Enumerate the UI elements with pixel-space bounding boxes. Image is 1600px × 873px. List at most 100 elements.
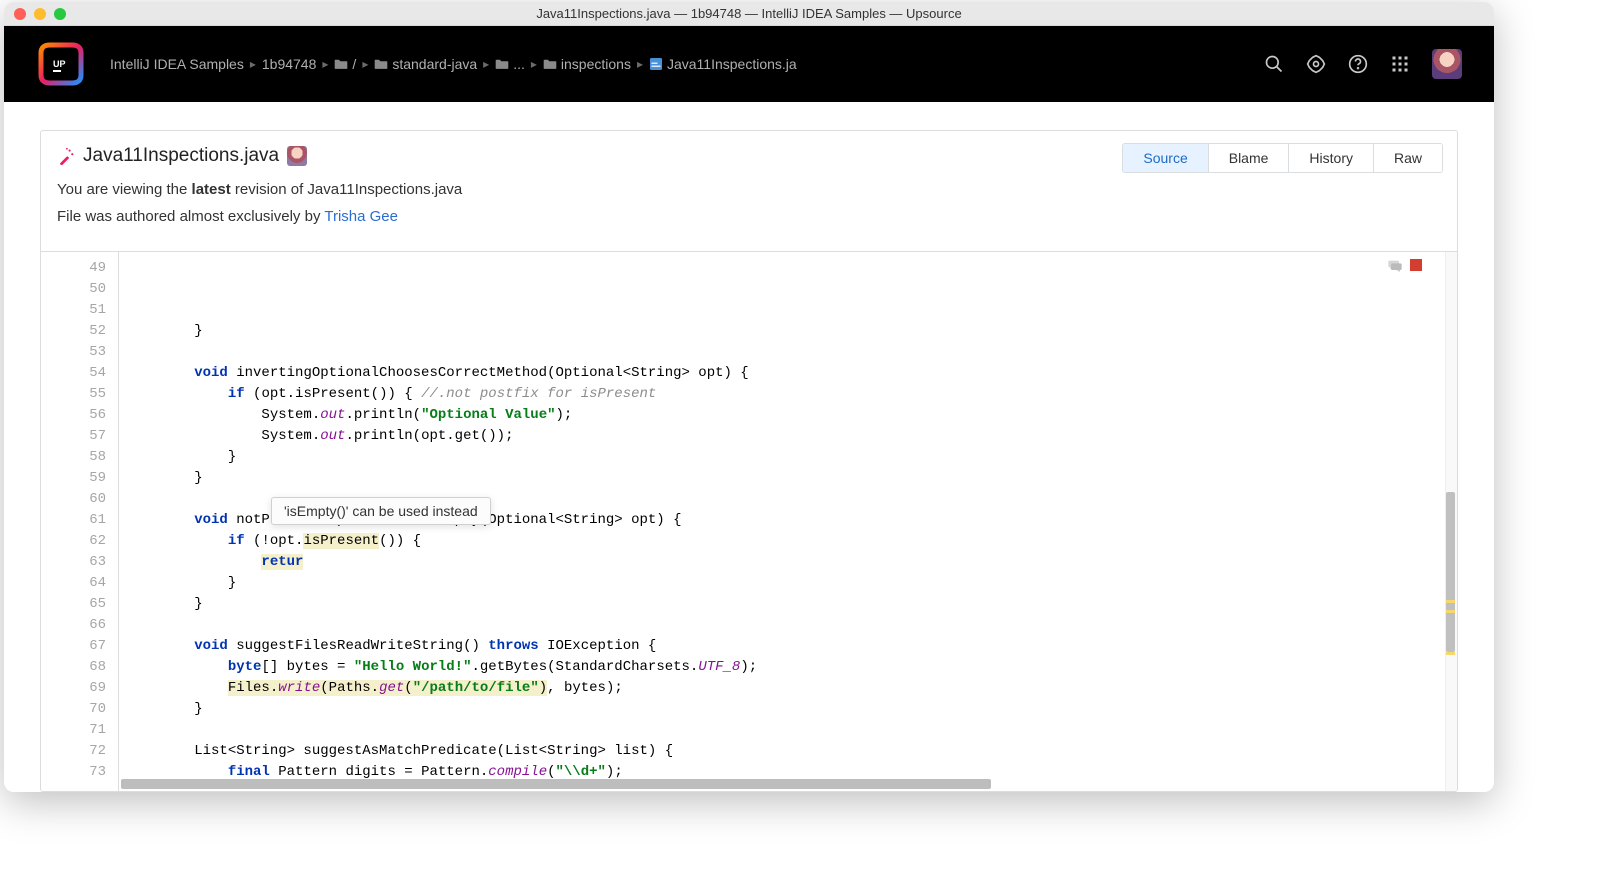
line-number: 60 [41, 489, 118, 510]
line-number: 66 [41, 615, 118, 636]
author-link[interactable]: Trisha Gee [324, 208, 398, 225]
annotations-strip [1377, 252, 1445, 791]
breadcrumb-separator: ▸ [531, 57, 537, 71]
comments-icon[interactable] [1386, 258, 1404, 279]
breadcrumb-item[interactable]: / [334, 56, 356, 72]
line-number: 72 [41, 741, 118, 762]
titlebar: Java11Inspections.java — 1b94748 — Intel… [4, 2, 1494, 26]
breadcrumb-separator: ▸ [362, 57, 368, 71]
gear-icon[interactable] [1306, 54, 1326, 74]
file-pane: Java11Inspections.java SourceBlameHistor… [40, 130, 1458, 792]
search-icon[interactable] [1264, 54, 1284, 74]
scroll-marker [1446, 652, 1455, 655]
line-number: 57 [41, 426, 118, 447]
user-avatar[interactable] [1432, 49, 1462, 79]
apps-grid-icon[interactable] [1390, 54, 1410, 74]
scroll-marker [1446, 610, 1455, 613]
code-line[interactable]: void invertingOptionalChoosesCorrectMeth… [119, 363, 1377, 384]
upsource-logo[interactable]: UP [36, 41, 86, 87]
breadcrumb-item[interactable]: inspections [543, 56, 631, 72]
revision-info: You are viewing the latest revision of J… [57, 181, 1441, 198]
revision-info-suffix: revision of Java11Inspections.java [231, 181, 463, 198]
breadcrumb-separator: ▸ [483, 57, 489, 71]
tab-history[interactable]: History [1289, 144, 1374, 172]
breadcrumb-item[interactable]: IntelliJ IDEA Samples [110, 56, 244, 72]
content-area: Java11Inspections.java SourceBlameHistor… [4, 102, 1494, 792]
code-line[interactable]: } [119, 573, 1377, 594]
line-number: 63 [41, 552, 118, 573]
code-line[interactable]: } [119, 594, 1377, 615]
code-line[interactable]: retur [119, 552, 1377, 573]
breadcrumb-separator: ▸ [322, 57, 328, 71]
view-tabs: SourceBlameHistoryRaw [1122, 143, 1443, 173]
code-line[interactable]: byte[] bytes = "Hello World!".getBytes(S… [119, 657, 1377, 678]
code-line[interactable]: } [119, 447, 1377, 468]
author-info-prefix: File was authored almost exclusively by [57, 208, 324, 225]
help-icon[interactable] [1348, 54, 1368, 74]
line-number: 64 [41, 573, 118, 594]
line-number: 54 [41, 363, 118, 384]
scrollbar-thumb[interactable] [1446, 492, 1455, 652]
line-number-gutter: 4950515253545556575859606162636465666768… [41, 252, 119, 791]
maximize-window-button[interactable] [54, 8, 66, 20]
line-number: 58 [41, 447, 118, 468]
navbar: UP IntelliJ IDEA Samples ▸ 1b94748 ▸ / ▸ stand… [4, 26, 1494, 102]
line-number: 55 [41, 384, 118, 405]
revision-info-prefix: You are viewing the [57, 181, 192, 198]
code-line[interactable]: List<String> suggestAsMatchPredicate(Lis… [119, 741, 1377, 762]
svg-text:UP: UP [53, 59, 66, 69]
code-line[interactable]: System.out.println(opt.get()); [119, 426, 1377, 447]
nav-actions [1264, 49, 1462, 79]
breadcrumb-separator: ▸ [637, 57, 643, 71]
breadcrumb-item[interactable]: 1b94748 [262, 56, 317, 72]
line-number: 69 [41, 678, 118, 699]
line-number: 49 [41, 258, 118, 279]
code-line[interactable]: Files.write(Paths.get("/path/to/file"), … [119, 678, 1377, 699]
line-number: 50 [41, 279, 118, 300]
close-window-button[interactable] [14, 8, 26, 20]
code-line[interactable]: System.out.println("Optional Value"); [119, 405, 1377, 426]
scrollbar-vertical[interactable] [1445, 252, 1457, 791]
scroll-marker [1446, 600, 1455, 603]
code-viewer[interactable]: 4950515253545556575859606162636465666768… [41, 251, 1457, 791]
line-number: 68 [41, 657, 118, 678]
code-line[interactable] [119, 720, 1377, 741]
tab-blame[interactable]: Blame [1209, 144, 1290, 172]
minimize-window-button[interactable] [34, 8, 46, 20]
breadcrumb-item[interactable]: ... [495, 56, 525, 72]
author-avatar[interactable] [287, 146, 307, 166]
author-info: File was authored almost exclusively by … [57, 208, 1441, 225]
pane-header: Java11Inspections.java SourceBlameHistor… [41, 131, 1457, 239]
magic-wand-icon [57, 147, 75, 165]
tab-source[interactable]: Source [1123, 144, 1208, 172]
code-line[interactable]: if (!opt.isPresent()) { [119, 531, 1377, 552]
breadcrumb: IntelliJ IDEA Samples ▸ 1b94748 ▸ / ▸ standard… [110, 56, 1240, 72]
line-number: 53 [41, 342, 118, 363]
code-line[interactable]: } [119, 468, 1377, 489]
scrollbar-horizontal[interactable] [121, 779, 991, 789]
mac-window-controls[interactable] [14, 8, 66, 20]
line-number: 65 [41, 594, 118, 615]
line-number: 61 [41, 510, 118, 531]
line-number: 62 [41, 531, 118, 552]
breadcrumb-separator: ▸ [250, 57, 256, 71]
code-line[interactable] [119, 342, 1377, 363]
breadcrumb-item[interactable]: standard-java [374, 56, 477, 72]
line-number: 71 [41, 720, 118, 741]
breadcrumb-item[interactable]: Java11Inspections.ja [649, 56, 797, 72]
code-line[interactable]: } [119, 699, 1377, 720]
line-number: 56 [41, 405, 118, 426]
line-number: 52 [41, 321, 118, 342]
file-title: Java11Inspections.java [83, 145, 279, 167]
tab-raw[interactable]: Raw [1374, 144, 1442, 172]
code-line[interactable] [119, 615, 1377, 636]
code-line[interactable]: if (opt.isPresent()) { //.not postfix fo… [119, 384, 1377, 405]
line-number: 70 [41, 699, 118, 720]
window-title: Java11Inspections.java — 1b94748 — Intel… [536, 6, 961, 21]
status-indicator[interactable] [1410, 259, 1422, 271]
code-line[interactable]: } [119, 321, 1377, 342]
code-line[interactable]: void suggestFilesReadWriteString() throw… [119, 636, 1377, 657]
inspection-tooltip: 'isEmpty()' can be used instead [271, 497, 491, 525]
line-number: 51 [41, 300, 118, 321]
app-window: Java11Inspections.java — 1b94748 — Intel… [4, 2, 1494, 792]
